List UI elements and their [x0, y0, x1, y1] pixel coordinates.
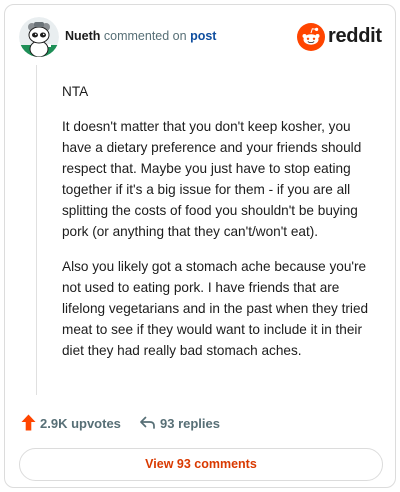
reply-count[interactable]: 93 replies — [160, 416, 220, 431]
snoo-avatar-icon — [19, 17, 59, 57]
view-comments-button[interactable]: View 93 comments — [19, 448, 383, 481]
reddit-logo-icon — [297, 23, 325, 51]
upvote-arrow-icon[interactable] — [21, 414, 36, 431]
comment-paragraph: Also you likely got a stomach ache becau… — [62, 259, 369, 358]
comment-card: Nueth commented on post reddit NTA It do… — [4, 4, 396, 488]
reply-arrow-icon[interactable] — [139, 414, 156, 431]
comment-header: Nueth commented on post reddit — [19, 17, 382, 57]
comment-paragraph: NTA — [62, 84, 89, 99]
thread-line — [36, 65, 37, 395]
comment-paragraph: It doesn't matter that you don't keep ko… — [62, 119, 362, 239]
reddit-wordmark: reddit — [328, 25, 382, 47]
comment-actions: 2.9K upvotes 93 replies — [19, 413, 381, 433]
commented-on-text: commented on — [103, 29, 187, 43]
comment-body: NTA It doesn't matter that you don't kee… — [62, 81, 380, 375]
upvote-count[interactable]: 2.9K upvotes — [40, 416, 121, 431]
username[interactable]: Nueth — [65, 29, 100, 43]
avatar[interactable] — [19, 17, 59, 57]
post-link[interactable]: post — [190, 29, 216, 43]
comment-meta: Nueth commented on post — [65, 29, 216, 43]
reddit-brand[interactable]: reddit — [297, 23, 382, 51]
